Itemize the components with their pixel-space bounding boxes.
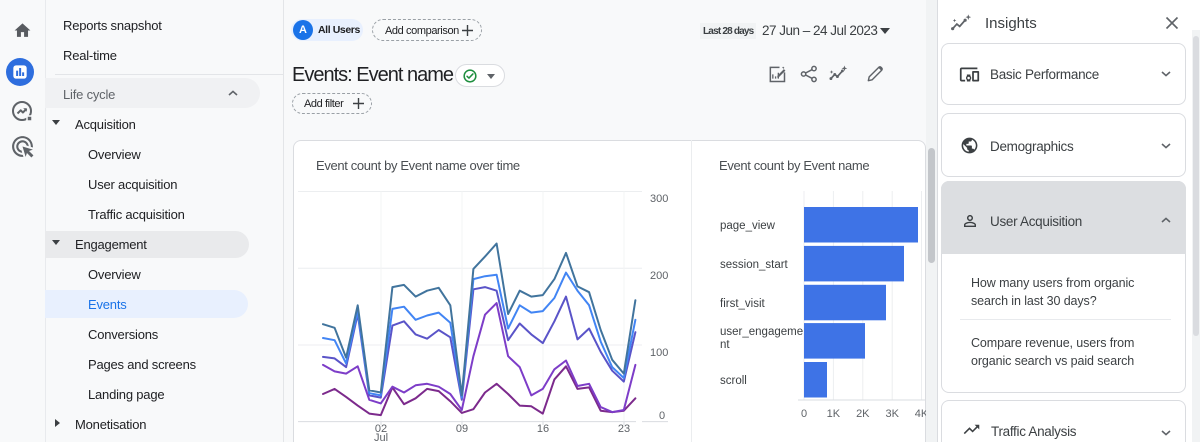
svg-text:4K: 4K bbox=[915, 408, 926, 420]
svg-text:16: 16 bbox=[537, 423, 549, 435]
svg-text:Jul: Jul bbox=[374, 432, 388, 442]
svg-text:first_visit: first_visit bbox=[720, 298, 766, 310]
svg-text:page_view: page_view bbox=[720, 220, 776, 232]
svg-text:09: 09 bbox=[456, 423, 468, 435]
svg-text:0: 0 bbox=[659, 410, 665, 422]
svg-text:0: 0 bbox=[801, 408, 807, 420]
svg-text:200: 200 bbox=[650, 270, 668, 282]
svg-text:user_engageme: user_engageme bbox=[720, 326, 803, 338]
svg-text:1K: 1K bbox=[827, 408, 841, 420]
svg-text:300: 300 bbox=[650, 193, 668, 205]
svg-text:2K: 2K bbox=[856, 408, 870, 420]
svg-text:nt: nt bbox=[720, 339, 730, 351]
svg-text:100: 100 bbox=[650, 347, 668, 359]
svg-text:scroll: scroll bbox=[720, 375, 747, 387]
svg-text:session_start: session_start bbox=[720, 259, 789, 271]
svg-text:23: 23 bbox=[618, 423, 630, 435]
svg-text:3K: 3K bbox=[885, 408, 899, 420]
